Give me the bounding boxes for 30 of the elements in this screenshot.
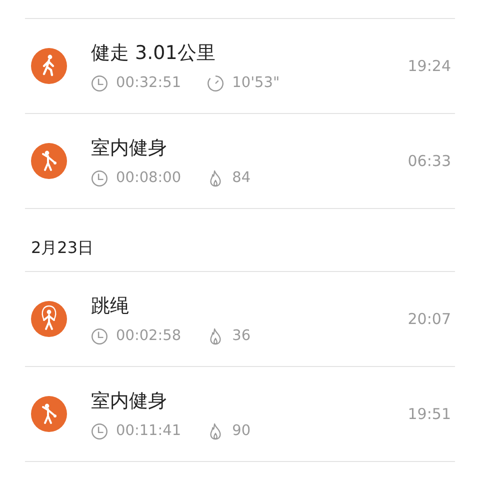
duration-text: 00:02:58 xyxy=(116,328,182,344)
clock-icon xyxy=(91,328,108,344)
workout-title: 室内健身 xyxy=(91,388,168,412)
duration-text: 00:32:51 xyxy=(116,75,182,91)
time-text: 19:51 xyxy=(408,405,451,423)
time-text: 06:33 xyxy=(408,152,451,170)
time-text: 20:07 xyxy=(408,310,451,328)
calories-text: 90 xyxy=(232,423,251,439)
pace-text: 10'53" xyxy=(232,75,280,91)
workout-row[interactable]: 室内健身 00:08:00 84 06:33 xyxy=(25,114,455,209)
duration-text: 00:11:41 xyxy=(116,423,182,439)
workout-title: 室内健身 xyxy=(91,136,168,160)
jump-rope-figure-icon xyxy=(31,301,67,337)
exercising-figure-icon xyxy=(31,143,67,179)
walking-figure-icon xyxy=(31,48,67,84)
duration-text: 00:08:00 xyxy=(116,170,182,186)
stopwatch-icon xyxy=(207,74,224,92)
workout-row[interactable]: 跳绳 00:02:58 36 20:07 xyxy=(25,272,455,367)
time-text: 19:24 xyxy=(408,57,451,75)
workout-row[interactable]: 健走 3.01公里 00:32:51 10'53" 19:24 xyxy=(25,19,455,114)
clock-icon xyxy=(91,422,108,440)
calories-text: 36 xyxy=(232,328,251,344)
calories-text: 84 xyxy=(232,170,251,186)
clock-icon xyxy=(91,170,108,186)
date-header: 2月23日 xyxy=(31,240,95,256)
workout-row[interactable]: 室内健身 00:11:41 90 19:51 xyxy=(25,367,455,462)
exercising-figure-icon xyxy=(31,396,67,432)
workout-title: 健走 3.01公里 xyxy=(91,40,216,64)
clock-icon xyxy=(91,74,108,92)
workout-title: 跳绳 xyxy=(91,294,130,318)
